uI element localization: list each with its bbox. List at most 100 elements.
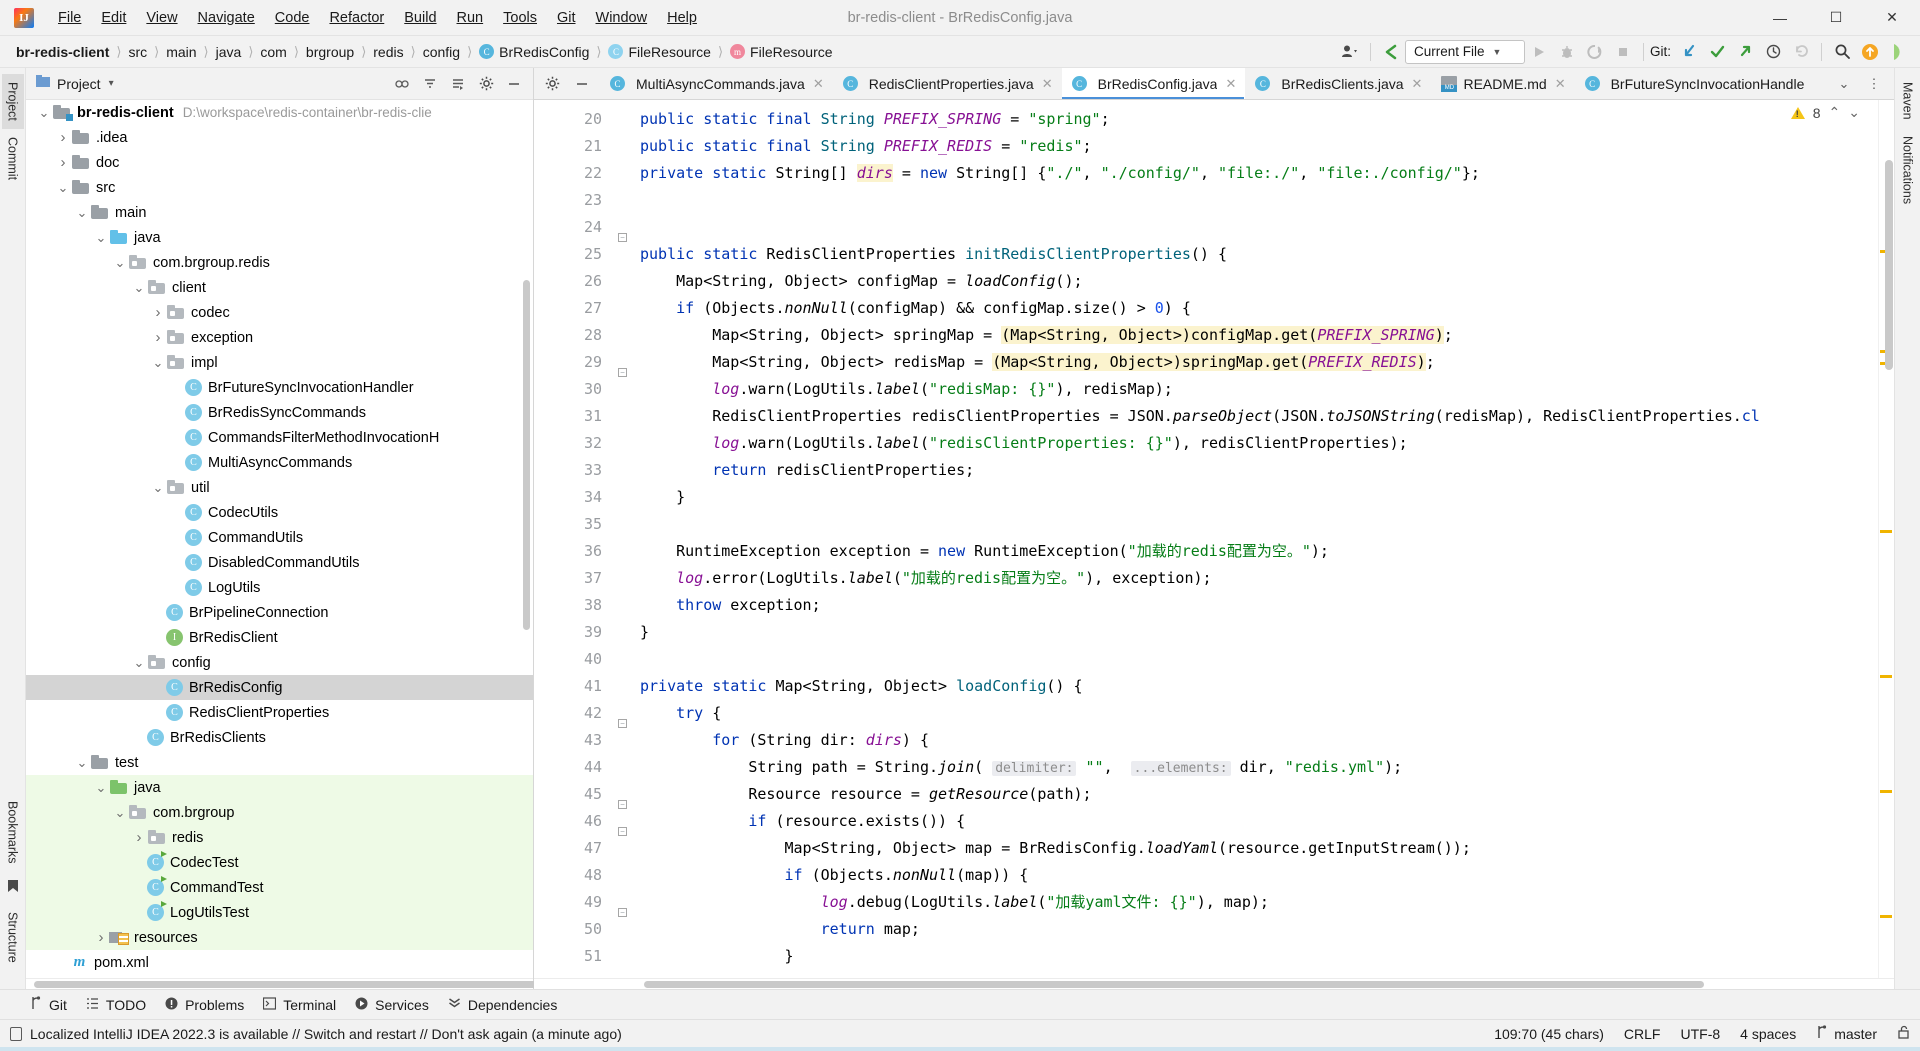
- project-tree[interactable]: ⌄ br-redis-client D:\workspace\redis-conta…: [26, 100, 533, 978]
- sidebar-item-maven[interactable]: Maven: [1897, 74, 1919, 128]
- ide-assistant-icon[interactable]: [1884, 39, 1912, 65]
- tree-node-brredisclients[interactable]: C BrRedisClients: [26, 725, 533, 750]
- tree-node-config[interactable]: ⌄ config: [26, 650, 533, 675]
- tree-node--idea[interactable]: › .idea: [26, 125, 533, 150]
- more-options-icon[interactable]: ⋮: [1860, 71, 1888, 97]
- git-update-icon[interactable]: [1675, 39, 1703, 65]
- tree-node-util[interactable]: ⌄ util: [26, 475, 533, 500]
- back-arrow-icon[interactable]: [1377, 39, 1405, 65]
- user-silhouette-icon[interactable]: [1336, 39, 1364, 65]
- menu-help[interactable]: Help: [657, 6, 707, 30]
- tree-node-com-brgroup[interactable]: ⌄ com.brgroup: [26, 800, 533, 825]
- menu-edit[interactable]: Edit: [91, 6, 136, 30]
- tree-node-com-brgroup-redis[interactable]: ⌄ com.brgroup.redis: [26, 250, 533, 275]
- tool-button-git[interactable]: Git: [28, 996, 67, 1013]
- tab-readme[interactable]: README.md ✕: [1431, 68, 1574, 99]
- tree-node-multiasynccommands[interactable]: C MultiAsyncCommands: [26, 450, 533, 475]
- maximize-button[interactable]: ☐: [1808, 0, 1864, 36]
- tree-node-exception[interactable]: › exception: [26, 325, 533, 350]
- git-history-icon[interactable]: [1759, 39, 1787, 65]
- sidebar-item-bookmarks[interactable]: Bookmarks: [2, 793, 24, 872]
- menu-run[interactable]: Run: [447, 6, 494, 30]
- menu-git[interactable]: Git: [547, 6, 586, 30]
- run-play-icon[interactable]: [1525, 39, 1553, 65]
- project-tree-scrollbar[interactable]: [522, 100, 531, 978]
- tree-node-redisclientproperties[interactable]: C RedisClientProperties: [26, 700, 533, 725]
- menu-tools[interactable]: Tools: [493, 6, 547, 30]
- close-button[interactable]: ✕: [1864, 0, 1920, 36]
- tree-node-brredissynccommands[interactable]: C BrRedisSyncCommands: [26, 400, 533, 425]
- code-folding-gutter[interactable]: − − − − − − −: [612, 100, 634, 978]
- select-opened-file-icon[interactable]: [445, 72, 471, 96]
- indent-setting[interactable]: 4 spaces: [1740, 1026, 1796, 1042]
- expand-all-icon[interactable]: [389, 72, 415, 96]
- warning-marker[interactable]: [1880, 790, 1892, 793]
- chevron-right-icon[interactable]: ›: [150, 329, 166, 346]
- breadcrumb-item-src[interactable]: src: [126, 42, 149, 62]
- breadcrumb-item-redis[interactable]: redis: [371, 42, 405, 62]
- tree-node-impl[interactable]: ⌄ impl: [26, 350, 533, 375]
- tool-button-todo[interactable]: TODO: [85, 997, 146, 1013]
- git-commit-check-icon[interactable]: [1703, 39, 1731, 65]
- editor-hscroll-thumb[interactable]: [644, 981, 1704, 988]
- tree-node-main[interactable]: ⌄ main: [26, 200, 533, 225]
- close-icon[interactable]: ✕: [1555, 76, 1566, 92]
- tab-multiasynccommands[interactable]: C MultiAsyncCommands.java ✕: [600, 68, 833, 99]
- tool-button-problems[interactable]: Problems: [164, 997, 244, 1013]
- caret-position[interactable]: 109:70 (45 chars): [1494, 1026, 1604, 1042]
- breadcrumb-item-br-redis-client[interactable]: br-redis-client: [14, 42, 111, 62]
- chevron-right-icon[interactable]: ›: [55, 129, 71, 146]
- file-encoding[interactable]: UTF-8: [1680, 1026, 1720, 1042]
- status-message[interactable]: Localized IntelliJ IDEA 2022.3 is availa…: [10, 1026, 622, 1042]
- tree-node-commandutils[interactable]: C CommandUtils: [26, 525, 533, 550]
- close-icon[interactable]: ✕: [1225, 76, 1236, 92]
- hide-panel-icon[interactable]: [501, 72, 527, 96]
- inspection-widget[interactable]: 8 ⌃ ⌄: [1790, 104, 1860, 121]
- chevron-right-icon[interactable]: ›: [55, 154, 71, 171]
- tree-node-redis[interactable]: › redis: [26, 825, 533, 850]
- fold-marker[interactable]: −: [617, 718, 628, 729]
- next-problem-icon[interactable]: ⌄: [1848, 104, 1860, 121]
- breadcrumb-item-config[interactable]: config: [421, 42, 462, 62]
- menu-file[interactable]: File: [48, 6, 91, 30]
- chevron-right-icon[interactable]: ›: [150, 304, 166, 321]
- sidebar-item-project[interactable]: Project: [1, 74, 24, 129]
- tree-node-logutilstest[interactable]: C LogUtilsTest: [26, 900, 533, 925]
- chevron-down-icon[interactable]: ⌄: [1830, 71, 1858, 97]
- chevron-down-icon[interactable]: ⌄: [36, 106, 52, 119]
- code-editor[interactable]: 20 21 22 23 24 25 26 27 28 29 30 31 32 33 34 35 36 37 38 39…: [534, 100, 1894, 978]
- warning-marker[interactable]: [1880, 675, 1892, 678]
- warning-marker[interactable]: [1880, 915, 1892, 918]
- chevron-down-icon[interactable]: ⌄: [112, 256, 128, 269]
- editor-scroll-thumb[interactable]: [1885, 160, 1893, 370]
- menu-build[interactable]: Build: [394, 6, 446, 30]
- chevron-down-icon[interactable]: ⌄: [55, 181, 71, 194]
- breadcrumb-item-main[interactable]: main: [164, 42, 198, 62]
- sidebar-item-structure[interactable]: Structure: [2, 904, 24, 971]
- line-separator[interactable]: CRLF: [1624, 1026, 1661, 1042]
- tool-button-services[interactable]: Services: [354, 997, 429, 1013]
- chevron-down-icon[interactable]: ⌄: [112, 806, 128, 819]
- updates-available-icon[interactable]: [1856, 39, 1884, 65]
- settings-gear-icon[interactable]: [538, 71, 566, 97]
- chevron-right-icon[interactable]: ›: [131, 829, 147, 846]
- project-tree-hscrollbar[interactable]: [26, 978, 1244, 989]
- settings-gear-icon[interactable]: [473, 72, 499, 96]
- chevron-down-icon[interactable]: ⌄: [93, 231, 109, 244]
- tree-node-brfuturesyncinvocationhandler[interactable]: C BrFutureSyncInvocationHandler: [26, 375, 533, 400]
- sidebar-item-commit[interactable]: Commit: [2, 129, 24, 188]
- tool-button-terminal[interactable]: Terminal: [262, 997, 336, 1013]
- search-icon[interactable]: [1828, 39, 1856, 65]
- tree-node-client[interactable]: ⌄ client: [26, 275, 533, 300]
- chevron-down-icon[interactable]: ⌄: [74, 206, 90, 219]
- chevron-down-icon[interactable]: ⌄: [93, 781, 109, 794]
- breadcrumb-item-fileresource-class[interactable]: C FileResource: [606, 42, 712, 62]
- tree-node-java[interactable]: ⌄ java: [26, 775, 533, 800]
- fold-marker[interactable]: −: [617, 907, 628, 918]
- menu-navigate[interactable]: Navigate: [188, 6, 265, 30]
- tree-node-codecutils[interactable]: C CodecUtils: [26, 500, 533, 525]
- lock-icon[interactable]: [1897, 1025, 1910, 1043]
- tree-node-logutils[interactable]: C LogUtils: [26, 575, 533, 600]
- tree-node-brredisclient[interactable]: I BrRedisClient: [26, 625, 533, 650]
- prev-problem-icon[interactable]: ⌃: [1829, 104, 1841, 121]
